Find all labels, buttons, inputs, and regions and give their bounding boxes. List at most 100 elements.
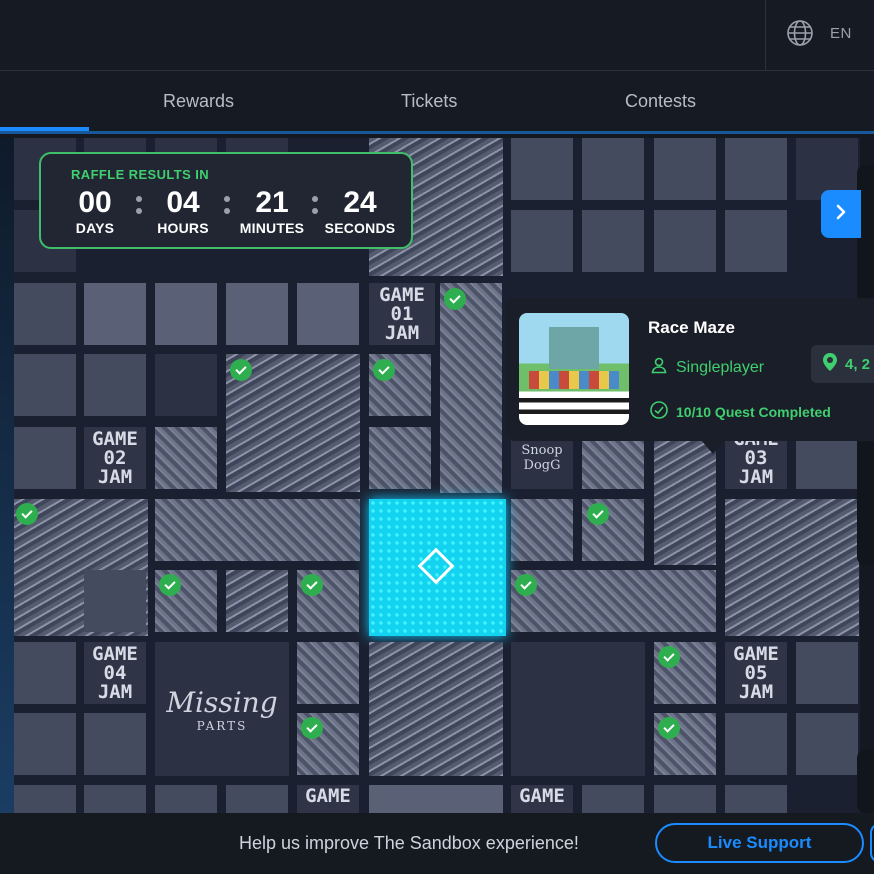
thumbnail-detail xyxy=(549,327,599,369)
countdown-seconds: 24 SECONDS xyxy=(320,186,400,236)
land-estate[interactable] xyxy=(511,642,645,776)
land-tile[interactable] xyxy=(369,427,431,489)
check-icon xyxy=(159,574,181,596)
language-selector[interactable]: EN xyxy=(786,18,852,48)
side-panel-edge xyxy=(857,750,874,813)
days-label: DAYS xyxy=(75,220,115,236)
parts-label: PARTS xyxy=(196,718,248,733)
jam-text: 03 xyxy=(744,446,768,469)
land-tile[interactable] xyxy=(84,785,146,813)
land-tile[interactable] xyxy=(725,785,787,813)
land-tile[interactable] xyxy=(14,427,76,489)
countdown-minutes: 21 MINUTES xyxy=(234,186,310,236)
land-estate[interactable] xyxy=(511,570,716,632)
land-tile[interactable] xyxy=(297,642,359,704)
quest-label: 10/10 Quest Completed xyxy=(676,403,831,420)
land-tile[interactable] xyxy=(155,785,217,813)
game-jam-tile[interactable]: GAME 04 JAM xyxy=(84,642,146,704)
game-jam-tile[interactable]: GAME xyxy=(511,785,573,813)
tab-contests[interactable]: Contests xyxy=(625,91,696,112)
check-icon xyxy=(587,503,609,525)
game-jam-tile[interactable]: GAME 02 JAM xyxy=(84,427,146,489)
land-tile[interactable] xyxy=(725,210,787,272)
check-icon xyxy=(230,359,252,381)
missing-parts-tile[interactable]: Missing PARTS xyxy=(155,642,289,776)
experience-card[interactable]: Race Maze Singleplayer 4, 2 10/10 Quest … xyxy=(505,298,874,441)
jam-text: 02 xyxy=(103,446,127,469)
land-tile[interactable] xyxy=(582,785,644,813)
jam-text: JAM xyxy=(738,680,774,703)
check-icon xyxy=(301,574,323,596)
chevron-right-icon xyxy=(834,204,848,225)
expand-panel-button[interactable] xyxy=(821,190,861,238)
land-tile[interactable] xyxy=(297,283,359,345)
land-estate[interactable] xyxy=(369,785,503,813)
tab-rewards[interactable]: Rewards xyxy=(163,91,234,112)
selected-land[interactable] xyxy=(369,499,506,636)
land-estate[interactable] xyxy=(725,499,859,636)
land-tile[interactable] xyxy=(511,210,573,272)
check-icon xyxy=(658,717,680,739)
jam-text: GAME xyxy=(305,785,351,807)
land-tile[interactable] xyxy=(226,283,288,345)
experience-mode: Singleplayer xyxy=(650,356,764,379)
location-pin-icon xyxy=(823,353,837,375)
feedback-text: Help us improve The Sandbox experience! xyxy=(239,833,579,853)
top-bar: EN xyxy=(0,0,874,71)
tabs-divider xyxy=(0,131,874,134)
top-bar-divider xyxy=(765,0,766,70)
experience-thumbnail xyxy=(519,313,629,425)
land-tile[interactable] xyxy=(14,354,76,416)
land-tile[interactable] xyxy=(84,354,146,416)
game-jam-tile[interactable]: GAME 05 JAM xyxy=(725,642,787,704)
land-tile[interactable] xyxy=(796,713,858,775)
land-tile[interactable] xyxy=(226,785,288,813)
land-tile[interactable] xyxy=(155,427,217,489)
land-tile[interactable] xyxy=(84,570,146,632)
mode-label: Singleplayer xyxy=(676,358,765,376)
check-icon xyxy=(444,288,466,310)
land-tile[interactable] xyxy=(654,785,716,813)
land-tile[interactable] xyxy=(654,138,716,200)
live-support-button[interactable]: Live Support xyxy=(655,823,864,863)
jam-text: 04 xyxy=(103,661,127,684)
language-label: EN xyxy=(830,24,852,42)
land-estate[interactable] xyxy=(155,499,360,561)
land-tile[interactable] xyxy=(14,642,76,704)
map-left-edge xyxy=(0,138,14,813)
secondary-button-edge[interactable] xyxy=(870,823,874,863)
countdown-separator xyxy=(312,196,318,220)
land-tile[interactable] xyxy=(226,570,288,632)
land-tile[interactable] xyxy=(582,210,644,272)
land-tile[interactable] xyxy=(725,138,787,200)
countdown-hours: 04 HOURS xyxy=(151,186,215,236)
check-circle-icon xyxy=(650,401,668,422)
land-tile[interactable] xyxy=(511,138,573,200)
land-tile[interactable] xyxy=(796,642,858,704)
tab-tickets[interactable]: Tickets xyxy=(401,91,457,112)
land-estate[interactable] xyxy=(369,642,503,776)
land-tile[interactable] xyxy=(14,785,76,813)
land-tile[interactable] xyxy=(14,283,76,345)
land-tile[interactable] xyxy=(155,283,217,345)
game-jam-tile[interactable]: GAME 01 JAM xyxy=(369,283,435,345)
jam-text: JAM xyxy=(384,321,420,344)
days-value: 00 xyxy=(78,186,112,219)
land-tile[interactable] xyxy=(14,713,76,775)
land-tile[interactable] xyxy=(155,354,217,416)
feedback-bar: Help us improve The Sandbox experience! … xyxy=(0,813,874,874)
game-jam-tile[interactable]: GAME xyxy=(297,785,359,813)
land-tile[interactable] xyxy=(725,713,787,775)
tab-bar: Rewards Tickets Contests xyxy=(0,71,874,133)
land-tile[interactable] xyxy=(84,283,146,345)
land-tile[interactable] xyxy=(84,713,146,775)
land-tile[interactable] xyxy=(654,210,716,272)
land-tile[interactable] xyxy=(511,499,573,561)
jam-text: GAME xyxy=(92,427,138,450)
jam-text: JAM xyxy=(97,680,133,703)
countdown-separator xyxy=(136,196,142,220)
land-tile[interactable] xyxy=(582,138,644,200)
jam-text: GAME xyxy=(379,283,425,306)
location-label: 4, 2 xyxy=(845,355,871,373)
land-estate[interactable] xyxy=(440,283,502,493)
